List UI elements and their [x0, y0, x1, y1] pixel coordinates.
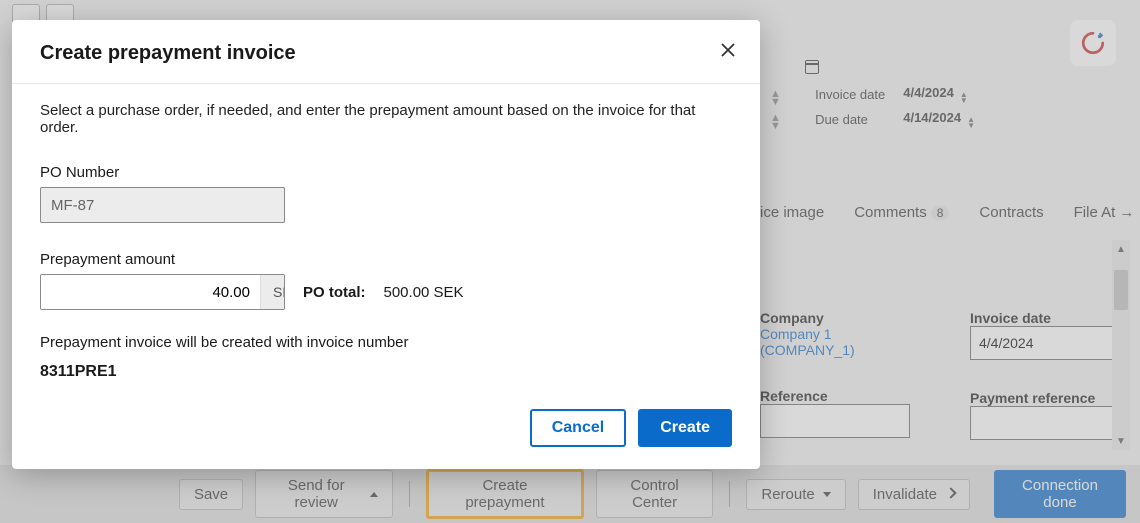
invoice-number-note: Prepayment invoice will be created with … — [40, 334, 732, 351]
currency-suffix: SEK — [260, 275, 285, 309]
modal-instruction: Select a purchase order, if needed, and … — [40, 102, 732, 136]
po-total-value: 500.00 SEK — [384, 284, 464, 301]
create-button[interactable]: Create — [638, 409, 732, 447]
create-prepayment-modal: Create prepayment invoice Select a purch… — [12, 20, 760, 469]
modal-title: Create prepayment invoice — [40, 42, 732, 65]
po-number-input[interactable] — [40, 187, 285, 223]
generated-invoice-number: 8311PRE1 — [40, 363, 732, 381]
po-number-label: PO Number — [40, 164, 732, 181]
prepayment-amount-field: SEK — [40, 274, 285, 310]
po-total-label: PO total: — [303, 284, 366, 301]
cancel-button[interactable]: Cancel — [530, 409, 626, 447]
close-icon[interactable] — [720, 42, 736, 61]
prepayment-amount-input[interactable] — [41, 275, 260, 309]
prepayment-amount-label: Prepayment amount — [40, 251, 732, 268]
